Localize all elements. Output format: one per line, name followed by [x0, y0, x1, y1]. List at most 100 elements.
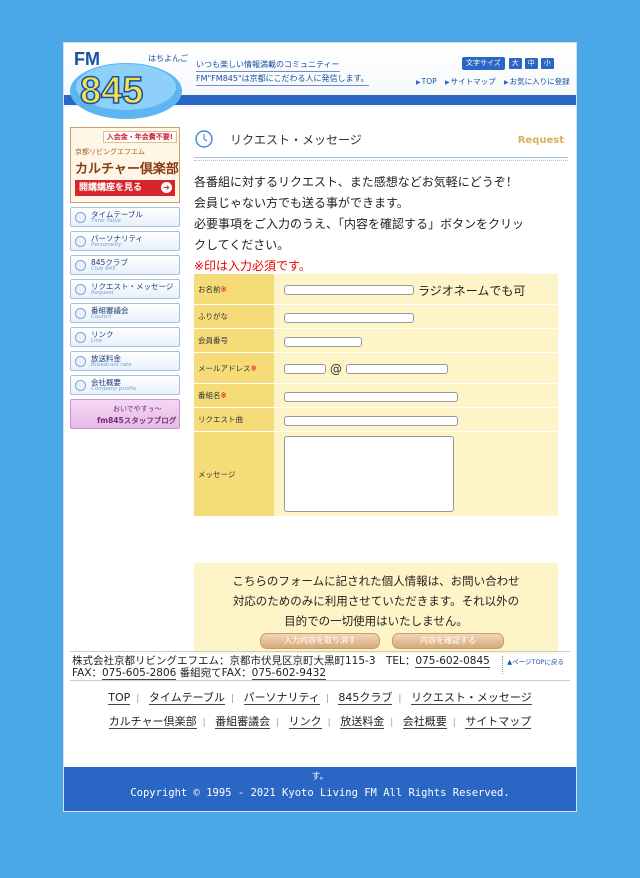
message-label: メッセージ	[194, 432, 274, 516]
email-label: メールアドレス※	[194, 353, 274, 383]
footer-links-row-2: カルチャー倶楽部 | 番組審議会 | リンク | 放送料金 | 会社概要 | サイトマップ	[108, 715, 532, 729]
sidebar-item-request[interactable]: リクエスト・メッセージ Request	[70, 279, 180, 299]
song-label: リクエスト曲	[194, 408, 274, 431]
intro-text: 各番組に対するリクエスト、また感想などお気軽にどうぞ！ 会員じゃない方でも送る事…	[194, 172, 568, 277]
font-size-large-button[interactable]: 大	[507, 56, 523, 70]
font-size-small-button[interactable]: 小	[539, 56, 555, 70]
footer-link-top[interactable]: TOP	[108, 691, 131, 705]
page-title-bar: リクエスト・メッセージ Request	[194, 127, 568, 161]
svg-text:FM: FM	[74, 49, 100, 69]
title-divider	[194, 160, 568, 161]
form-row-email: メールアドレス※ @	[194, 353, 558, 383]
program-label: 番組名※	[194, 384, 274, 407]
sidebar-item-link[interactable]: リンク Link	[70, 327, 180, 347]
form-row-song: リクエスト曲	[194, 408, 558, 431]
form-row-name: お名前※ ラジオネームでも可	[194, 274, 558, 304]
sidebar-item-personality[interactable]: パーソナリティ Personality	[70, 231, 180, 251]
arrow-icon: ▶	[416, 79, 421, 86]
furigana-input[interactable]	[284, 312, 414, 323]
svg-text:845: 845	[80, 70, 143, 112]
site-header: FM 845 はちよんご いつも楽しい情報満載のコミュニティー FM"FM845…	[64, 43, 576, 119]
culture-banner-tag: 入会金・年会費不要!	[102, 131, 177, 143]
footer-link-council[interactable]: 番組審議会	[215, 715, 271, 729]
furigana-label: ふりがな	[194, 305, 274, 328]
page-title: リクエスト・メッセージ	[230, 133, 362, 147]
footer-links-row-1: TOP | タイムテーブル | パーソナリティ | 845クラブ | リクエスト・メッセ…	[108, 691, 532, 705]
clock-icon	[195, 130, 213, 148]
form-row-furigana: ふりがな	[194, 305, 558, 328]
form-row-message: メッセージ	[194, 432, 558, 516]
member-number-input[interactable]	[284, 336, 362, 347]
footer-link-culture[interactable]: カルチャー倶楽部	[108, 715, 197, 729]
font-size-label: 文字サイズ	[462, 56, 505, 70]
email-domain-input[interactable]	[346, 364, 448, 374]
footer-link-company[interactable]: 会社概要	[402, 715, 447, 729]
tagline-1: いつも楽しい情報満載のコミュニティー	[196, 59, 340, 72]
email-at-sign: @	[330, 362, 342, 376]
program-fax-link[interactable]: 075-602-9432	[251, 667, 327, 680]
bullet-icon	[75, 260, 86, 271]
sidebar-item-club845[interactable]: 845クラブ Club 845	[70, 255, 180, 275]
footer-link-link[interactable]: リンク	[288, 715, 322, 729]
bullet-icon	[75, 356, 86, 367]
copyright-text: Copyright © 1995 - 2021 Kyoto Living FM …	[130, 787, 510, 799]
request-form: お名前※ ラジオネームでも可 ふりがな 会員番号 メールアドレス※ @ 番組名※…	[194, 273, 558, 517]
font-size-medium-button[interactable]: 中	[523, 56, 539, 70]
form-button-row: 入力内容を取り消す 内容を確認する	[194, 629, 558, 653]
culture-banner-small: 京都リビングエフエム	[75, 148, 145, 156]
company-address: 株式会社京都リビングエフエム：京都市伏見区京町大黒町115-3 TEL：075-…	[72, 655, 490, 680]
footer-link-rate[interactable]: 放送料金	[340, 715, 385, 729]
bullet-icon	[75, 332, 86, 343]
sidebar-item-timetable[interactable]: タイムテーブル Time Table	[70, 207, 180, 227]
page-container: FM 845 はちよんご いつも楽しい情報満載のコミュニティー FM"FM845…	[63, 42, 577, 812]
page-title-en: Request	[517, 135, 564, 146]
arrow-right-icon: ➜	[161, 182, 172, 193]
name-label: お名前※	[194, 274, 274, 304]
bullet-icon	[75, 236, 86, 247]
fax-link[interactable]: 075-605-2806	[101, 667, 177, 680]
sidebar-item-company[interactable]: 会社概要 Company profile	[70, 375, 180, 395]
privacy-notice: こちらのフォームに記された個人情報は、お問い合わせ 対応のためのみに利用させてい…	[194, 563, 558, 629]
program-input[interactable]	[284, 391, 458, 402]
page-top-link[interactable]: ▲ページTOPに戻る	[502, 656, 564, 674]
footer-link-personality[interactable]: パーソナリティ	[243, 691, 320, 705]
message-textarea[interactable]	[284, 436, 454, 512]
bullet-icon	[75, 284, 86, 295]
header-link-top[interactable]: ▶TOP	[416, 77, 437, 86]
footer-link-club845[interactable]: 845クラブ	[338, 691, 393, 705]
header-links: ▶TOP ▶サイトマップ ▶お気に入りに登録	[410, 76, 570, 87]
header-link-bookmark[interactable]: ▶お気に入りに登録	[504, 77, 570, 86]
bullet-icon	[75, 308, 86, 319]
footer-address-row: 株式会社京都リビングエフエム：京都市伏見区京町大黒町115-3 TEL：075-…	[70, 651, 570, 681]
sidebar-item-broadcast-rate[interactable]: 放送料金 Broadcast rate	[70, 351, 180, 371]
sidebar-item-council[interactable]: 番組審議会 Council	[70, 303, 180, 323]
form-row-program: 番組名※	[194, 384, 558, 407]
bullet-icon	[75, 380, 86, 391]
footer-link-timetable[interactable]: タイムテーブル	[148, 691, 225, 705]
bullet-icon	[75, 212, 86, 223]
tel-link[interactable]: 075-602-0845	[415, 655, 490, 668]
name-input[interactable]	[284, 285, 414, 295]
confirm-button[interactable]: 内容を確認する	[392, 633, 504, 649]
copyright-mark: す。	[311, 772, 329, 782]
footer-link-sitemap[interactable]: サイトマップ	[465, 715, 532, 729]
arrow-icon: ▶	[504, 79, 509, 86]
culture-banner-button[interactable]: 開講講座を見る ➜	[75, 180, 175, 196]
song-input[interactable]	[284, 415, 458, 426]
copyright-band: す。 Copyright © 1995 - 2021 Kyoto Living …	[64, 767, 576, 811]
tagline-2: FM"FM845"は京都にこだわる人に発信します。	[196, 73, 369, 86]
member-number-label: 会員番号	[194, 329, 274, 352]
email-local-input[interactable]	[284, 364, 326, 374]
form-row-member: 会員番号	[194, 329, 558, 352]
main-content: リクエスト・メッセージ Request 各番組に対するリクエスト、また感想などお…	[194, 127, 568, 653]
header-link-sitemap[interactable]: ▶サイトマップ	[445, 77, 496, 86]
sidebar: 入会金・年会費不要! 京都リビングエフエム カルチャー倶楽部 開講講座を見る ➜…	[70, 127, 182, 429]
staff-blog-banner[interactable]: おいでやすぅ～ fm845スタッフブログ	[70, 399, 180, 429]
name-note: ラジオネームでも可	[418, 283, 526, 298]
culture-club-banner[interactable]: 入会金・年会費不要! 京都リビングエフエム カルチャー倶楽部 開講講座を見る ➜	[70, 127, 180, 203]
reset-button[interactable]: 入力内容を取り消す	[260, 633, 380, 649]
fm845-logo[interactable]: FM 845 はちよんご	[68, 47, 188, 121]
svg-text:はちよんご: はちよんご	[148, 53, 188, 63]
footer-link-request[interactable]: リクエスト・メッセージ	[410, 691, 532, 705]
arrow-icon: ▶	[445, 79, 450, 86]
